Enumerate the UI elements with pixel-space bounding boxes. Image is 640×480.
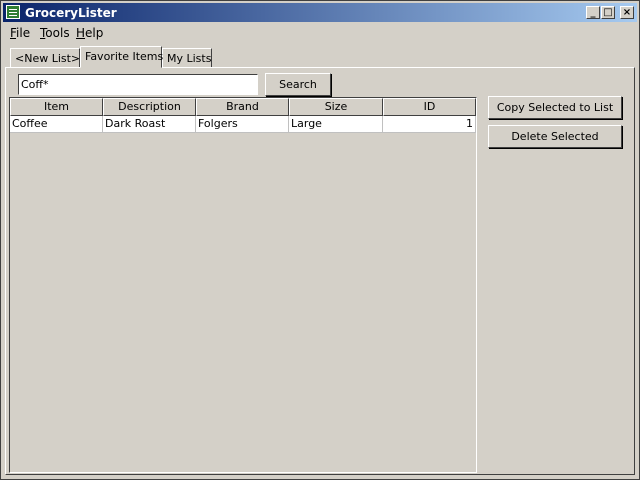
title-bar[interactable]: GroceryLister _ □ × (3, 3, 637, 22)
grocery-list-icon (6, 5, 20, 19)
maximize-icon[interactable]: □ (601, 6, 615, 19)
table-cell-item[interactable]: Coffee (10, 116, 103, 133)
table-cell-description[interactable]: Dark Roast (103, 116, 196, 133)
search-button[interactable]: Search (265, 73, 331, 96)
column-header-size[interactable]: Size (289, 98, 383, 116)
copy-selected-button[interactable]: Copy Selected to List (488, 96, 622, 119)
main-window: GroceryLister _ □ × File Tools Help <New… (0, 0, 640, 480)
search-input[interactable] (18, 74, 258, 95)
tab-new-list[interactable]: <New List>* (10, 48, 86, 68)
results-table[interactable]: Item Description Brand Size ID Coffee Da… (9, 97, 477, 473)
close-icon[interactable]: × (620, 6, 634, 19)
menu-tools[interactable]: Tools (40, 26, 70, 40)
column-header-id[interactable]: ID (383, 98, 476, 116)
menu-help[interactable]: Help (76, 26, 103, 40)
minimize-icon[interactable]: _ (586, 6, 600, 19)
menu-bar: File Tools Help (3, 24, 637, 42)
delete-selected-button[interactable]: Delete Selected (488, 125, 622, 148)
column-header-item[interactable]: Item (10, 98, 103, 116)
menu-file[interactable]: File (10, 26, 30, 40)
column-header-description[interactable]: Description (103, 98, 196, 116)
table-cell-id[interactable]: 1 (383, 116, 476, 133)
table-cell-brand[interactable]: Folgers (196, 116, 289, 133)
tab-my-lists[interactable]: My Lists (162, 48, 212, 68)
column-header-brand[interactable]: Brand (196, 98, 289, 116)
tab-favorite-items[interactable]: Favorite Items (80, 46, 163, 68)
table-cell-size[interactable]: Large (289, 116, 383, 133)
window-title: GroceryLister (25, 6, 117, 20)
